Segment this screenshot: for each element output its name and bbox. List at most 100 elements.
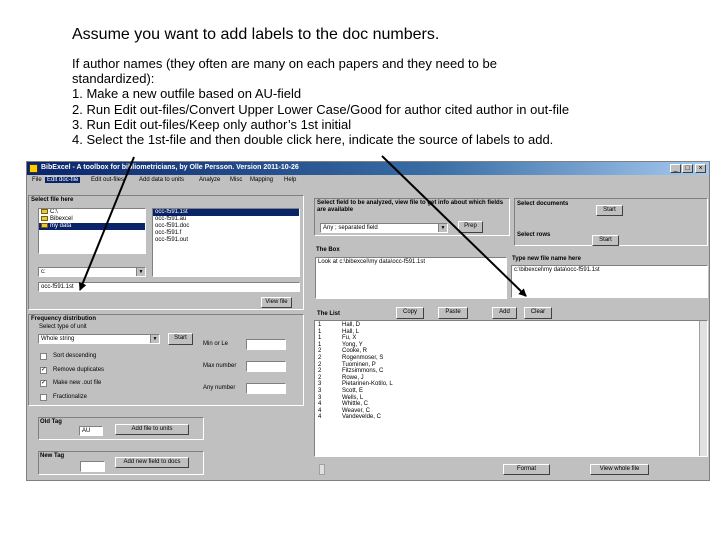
clear-button[interactable]: Clear — [524, 307, 552, 319]
field-select[interactable]: Any ; separated field ▼ — [320, 223, 448, 233]
file-item[interactable]: occ-f591.out — [153, 237, 299, 244]
new-tag-label: New Tag — [40, 453, 65, 459]
the-box-text[interactable]: Look at c:\bibexcel\my data\occ-f591.1st — [315, 257, 507, 299]
max-label: Max number — [203, 363, 237, 369]
fractionalize-label: Fractionalize — [53, 394, 88, 400]
window-title: BibExcel - A toolbox for bibliometrician… — [41, 164, 299, 171]
file-item[interactable]: occ-f591.au — [153, 216, 299, 223]
list-row[interactable]: 3 Scott, E — [315, 388, 707, 395]
list-count: 3 — [318, 394, 322, 401]
list-row[interactable]: 1 Fu, X — [315, 335, 707, 342]
list-count: 3 — [318, 381, 322, 388]
list-row[interactable]: 1 Hall, L — [315, 329, 707, 336]
maximize-button[interactable]: □ — [682, 164, 693, 173]
paste-button[interactable]: Paste — [438, 307, 468, 319]
file-name-field[interactable]: occ-f591.1st — [38, 282, 300, 292]
drive-select[interactable]: c: ▼ — [38, 267, 146, 277]
list-name: Hall, D — [342, 322, 361, 328]
menu-file[interactable]: File — [30, 177, 44, 183]
menu-edit-out-files[interactable]: Edit out-files — [89, 177, 126, 183]
menu-analyze[interactable]: Analyze — [197, 177, 222, 183]
window-titlebar[interactable]: BibExcel - A toolbox for bibliometrician… — [27, 162, 709, 175]
list-scrollbar[interactable] — [699, 321, 707, 456]
slide-title: Assume you want to add labels to the doc… — [72, 26, 440, 43]
view-file-button[interactable]: View file — [261, 297, 292, 308]
frequency-title: Frequency distribution — [31, 316, 97, 322]
list-row[interactable]: 4 Weaver, C — [315, 408, 707, 415]
menu-edit-doc-file[interactable]: Edit doc-file — [45, 177, 81, 183]
fractionalize-checkbox[interactable] — [40, 394, 47, 401]
list-row[interactable]: 2 Fitzsimmons, C — [315, 368, 707, 375]
list-count: 1 — [318, 335, 322, 342]
list-count: 2 — [318, 354, 322, 361]
bottom-scroll-handle[interactable] — [319, 464, 325, 475]
list-name: Yong, Y — [342, 341, 363, 348]
folder-item-selected[interactable]: my data — [39, 223, 145, 230]
old-tag-field[interactable]: AU — [79, 426, 103, 436]
file-item-selected[interactable]: occ-f591.1st — [153, 209, 299, 216]
the-list[interactable]: 1 Hall, D 1 Hall, L 1 Fu, X 1 Yong, Y 2 Cooke, R2… — [314, 320, 708, 457]
any-field[interactable] — [246, 383, 286, 394]
file-item[interactable]: occ-f591.f — [153, 230, 299, 237]
list-row[interactable]: 2 Tuominen, P — [315, 362, 707, 369]
old-tag-label: Old Tag — [40, 419, 62, 425]
instruction-line: 2. Run Edit out-files/Convert Upper Lowe… — [72, 101, 570, 117]
sort-descending-checkbox[interactable] — [40, 353, 47, 360]
new-tag-field[interactable] — [80, 461, 105, 472]
copy-button[interactable]: Copy — [396, 307, 424, 319]
list-name: Pietarinen-Kotilo, L — [342, 381, 393, 388]
list-row[interactable]: 4 Vandevelde, C — [315, 414, 707, 421]
menu-help[interactable]: Help — [282, 177, 298, 183]
list-name: Rowe, J — [342, 374, 364, 381]
list-row[interactable]: 1 Yong, Y — [315, 342, 707, 349]
menu-misc[interactable]: Misc — [228, 177, 244, 183]
list-name: Whittle, C — [342, 401, 369, 408]
add-file-to-units-button[interactable]: Add file to units — [115, 424, 189, 435]
list-row[interactable]: 2 Rowe, J — [315, 375, 707, 382]
new-file-name-field[interactable]: c:\bibexcel\my data\occ-f591.1st — [511, 265, 708, 298]
add-button[interactable]: Add — [492, 307, 517, 319]
list-name: Cooke, R — [342, 348, 368, 355]
menu-add-data-to-units[interactable]: Add data to units — [137, 177, 186, 183]
unit-type-select[interactable]: Whole string ▼ — [38, 334, 160, 344]
list-row[interactable]: 1 Hall, D — [315, 322, 707, 329]
list-row[interactable]: 4 Whittle, C — [315, 401, 707, 408]
app-icon — [29, 164, 38, 173]
folder-tree[interactable]: C:\ Bibexcel my data — [38, 208, 146, 254]
file-item[interactable]: occ-f591.doc — [153, 223, 299, 230]
select-rows-label: Select rows — [517, 232, 551, 238]
min-field[interactable] — [246, 339, 286, 350]
close-button[interactable]: × — [695, 164, 706, 173]
folder-item[interactable]: Bibexcel — [39, 216, 145, 223]
max-field[interactable] — [246, 361, 286, 372]
format-button[interactable]: Format — [503, 464, 550, 475]
make-new-out-file-checkbox[interactable]: ✓ — [40, 380, 47, 387]
frequency-start-button[interactable]: Start — [168, 333, 193, 345]
list-row[interactable]: 3 Pietarinen-Kotilo, L — [315, 381, 707, 388]
chevron-down-icon: ▼ — [136, 268, 145, 276]
prep-button[interactable]: Prep — [458, 221, 483, 233]
list-name: Vandevelde, C — [342, 414, 381, 421]
list-row[interactable]: 2 Rogenmoser, S — [315, 355, 707, 362]
remove-duplicates-checkbox[interactable]: ✓ — [40, 367, 47, 374]
file-list[interactable]: occ-f591.1st occ-f591.au occ-f591.doc oc… — [152, 208, 300, 277]
list-count: 2 — [318, 361, 322, 368]
list-count: 3 — [318, 387, 322, 394]
any-label: Any number — [203, 385, 236, 391]
list-name: Scott, E — [342, 387, 364, 394]
list-row[interactable]: 3 Wells, L — [315, 395, 707, 402]
folder-item[interactable]: C:\ — [39, 209, 145, 216]
file-select-panel: Select file here C:\ Bibexcel my data oc… — [28, 195, 304, 310]
list-count: 2 — [318, 374, 322, 381]
select-documents-start-button[interactable]: Start — [596, 205, 623, 216]
select-field-label: Select field to be analyzed, view file t… — [317, 200, 504, 213]
list-name: Hall, L — [342, 328, 360, 335]
list-name: Fu, X — [342, 335, 357, 342]
menu-mapping[interactable]: Mapping — [248, 177, 275, 183]
list-count: 4 — [318, 407, 322, 414]
list-row[interactable]: 2 Cooke, R — [315, 348, 707, 355]
select-rows-start-button[interactable]: Start — [592, 235, 619, 246]
minimize-button[interactable]: _ — [670, 164, 681, 173]
view-whole-file-button[interactable]: View whole file — [590, 464, 649, 475]
add-new-field-to-docs-button[interactable]: Add new field to docs — [115, 457, 189, 468]
